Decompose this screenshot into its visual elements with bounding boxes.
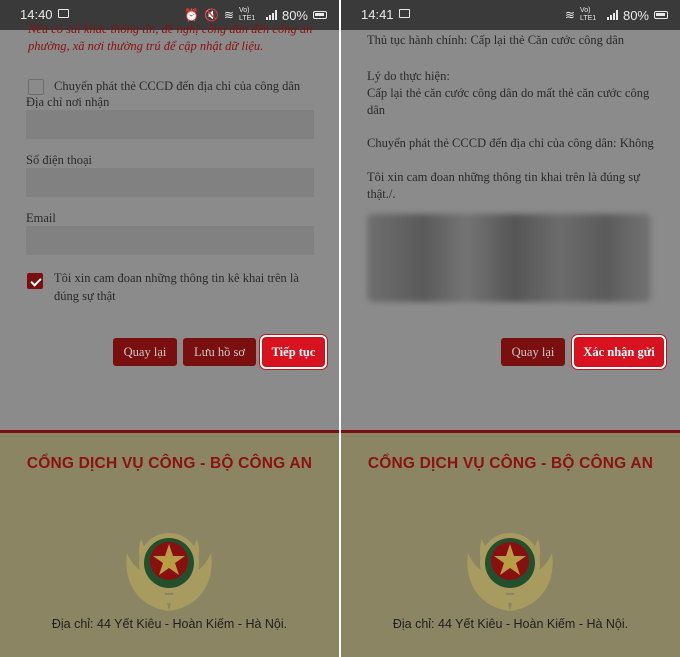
form-content: Nếu có sai khác thông tin, đề nghị công …: [0, 22, 339, 430]
alarm-icon: ⏰: [184, 8, 199, 22]
back-button[interactable]: Quay lại: [501, 338, 565, 366]
signal-icon: [265, 10, 277, 20]
save-button[interactable]: Lưu hồ sơ: [183, 338, 256, 366]
delivery-checkbox-label: Chuyển phát thẻ CCCD đến địa chỉ của côn…: [54, 79, 301, 93]
reason-text: Cấp lại thẻ căn cước công dân do mất thẻ…: [367, 86, 650, 117]
comparison-screenshot: 14:40 ⏰ 🔇 ≋ Vo) LTE1 80% Nếu có sai khác…: [0, 0, 680, 657]
status-bar: 14:41 ≋ Vo) LTE1 80%: [341, 0, 680, 30]
blurred-signature-area: [367, 214, 651, 302]
status-icons: ≋ Vo) LTE1 80%: [565, 7, 668, 23]
back-button[interactable]: Quay lại: [113, 338, 177, 366]
police-emblem-icon: [467, 533, 553, 611]
mute-icon: 🔇: [203, 8, 219, 22]
delivery-line: Chuyển phát thẻ CCCD đến địa chỉ của côn…: [367, 136, 654, 150]
footer-title: CỔNG DỊCH VỤ CÔNG - BỘ CÔNG AN: [367, 455, 654, 472]
signal-icon: [606, 10, 618, 20]
commit-line: Tôi xin cam đoan những thông tin khai tr…: [367, 170, 640, 201]
volte-label: Vo) LTE1: [579, 7, 597, 22]
email-label: Email: [26, 211, 56, 225]
phone-label: Số điện thoại: [26, 153, 92, 167]
review-content: Thủ tục hành chính: Cấp lại thẻ Căn cước…: [341, 30, 680, 430]
footer-address: Địa chỉ: 44 Yết Kiêu - Hoàn Kiếm - Hà Nộ…: [392, 617, 629, 631]
wifi-icon: ≋: [223, 8, 234, 22]
right-phone-screen: 14:41 ≋ Vo) LTE1 80% Thủ tục hành chính:…: [341, 0, 680, 657]
police-emblem-icon: [126, 533, 212, 611]
footer-title: CỔNG DỊCH VỤ CÔNG - BỘ CÔNG AN: [26, 455, 313, 472]
address-label: Địa chỉ nơi nhận: [26, 95, 110, 109]
commit-label: Tôi xin cam đoan những thông tin kê khai…: [54, 271, 299, 303]
battery-icon: [654, 11, 668, 19]
next-button[interactable]: Tiếp tục: [260, 335, 327, 369]
status-time: 14:41: [361, 7, 394, 22]
footer: CỔNG DỊCH VỤ CÔNG - BỘ CÔNG AN Địa chỉ: …: [341, 430, 680, 657]
reason-title: Lý do thực hiện:: [367, 69, 450, 83]
submit-button[interactable]: Xác nhận gửi: [572, 335, 666, 369]
battery-icon: [313, 11, 327, 19]
left-phone-screen: 14:40 ⏰ 🔇 ≋ Vo) LTE1 80% Nếu có sai khác…: [0, 0, 339, 657]
email-input[interactable]: [26, 226, 314, 255]
footer-address: Địa chỉ: 44 Yết Kiêu - Hoàn Kiếm - Hà Nộ…: [51, 617, 288, 631]
delivery-checkbox[interactable]: [28, 79, 44, 95]
battery-percent: 80%: [622, 7, 649, 23]
warning-text: Nếu có sai khác thông tin, đề nghị công …: [28, 22, 313, 53]
wifi-icon: ≋: [564, 8, 575, 22]
phone-input[interactable]: [26, 168, 314, 197]
status-time: 14:40: [20, 7, 53, 22]
image-icon: [58, 9, 69, 18]
image-icon: [399, 9, 410, 18]
procedure-line: Thủ tục hành chính: Cấp lại thẻ Căn cước…: [367, 33, 625, 47]
address-input[interactable]: [26, 110, 314, 139]
footer: CỔNG DỊCH VỤ CÔNG - BỘ CÔNG AN Địa chỉ: …: [0, 430, 339, 657]
commit-checkbox[interactable]: [27, 273, 43, 289]
